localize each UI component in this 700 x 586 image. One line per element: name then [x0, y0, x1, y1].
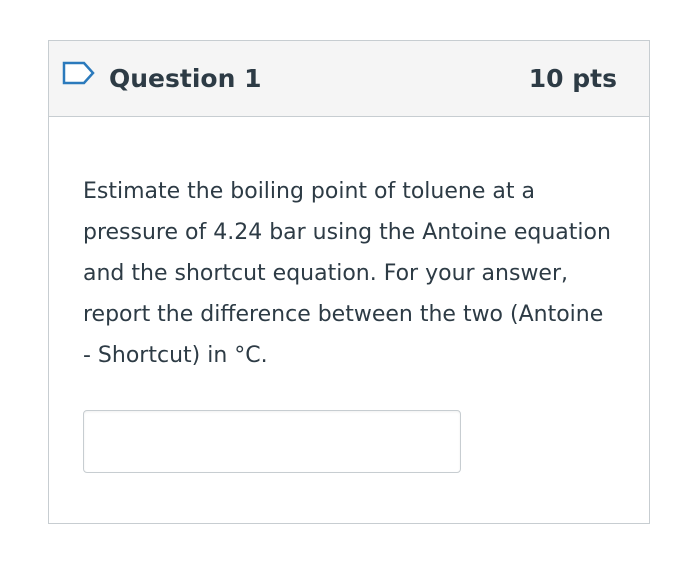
- question-text: Estimate the boiling point of toluene at…: [83, 179, 611, 368]
- question-title: Question 1: [109, 64, 262, 93]
- answer-input[interactable]: [83, 410, 461, 473]
- question-header: Question 1 10 pts: [49, 41, 649, 117]
- flag-question-icon[interactable]: [62, 61, 96, 85]
- question-card: Question 1 10 pts Estimate the boiling p…: [48, 40, 650, 524]
- question-points: 10 pts: [528, 64, 617, 93]
